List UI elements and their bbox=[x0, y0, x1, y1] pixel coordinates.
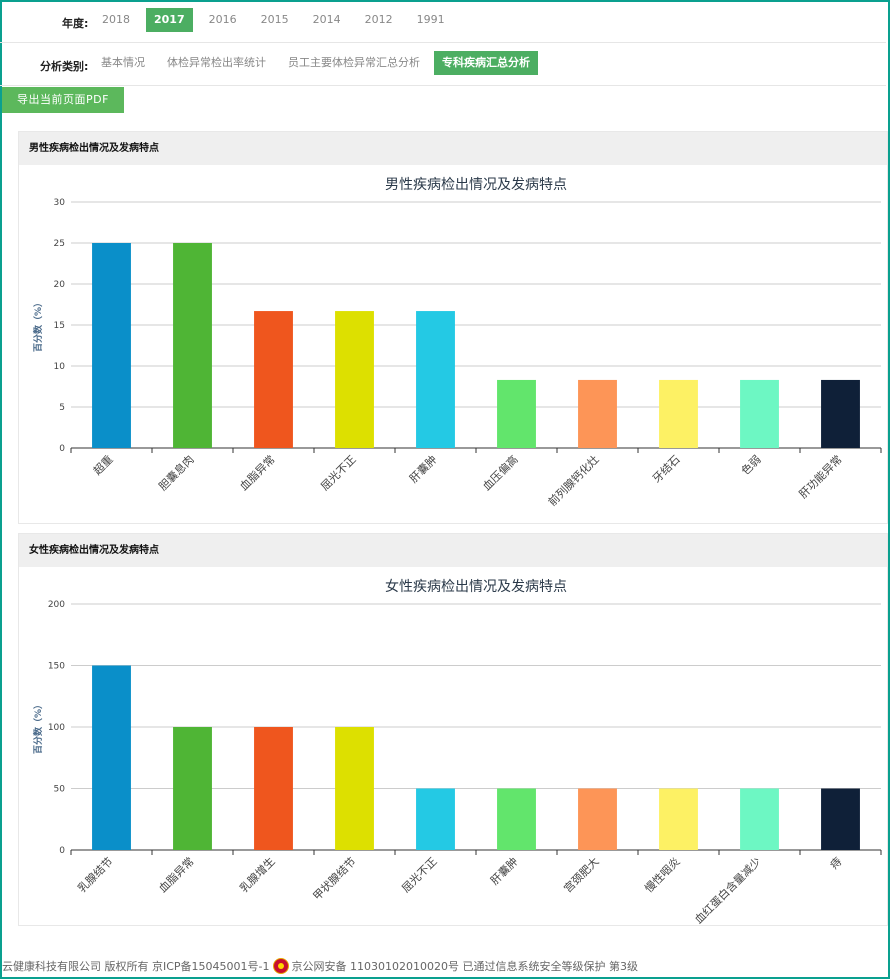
type-filter-row: 分析类别: 基本情况 体检异常检出率统计 员工主要体检异常汇总分析 专科疾病汇总分析 bbox=[0, 45, 886, 86]
x-tick-label: 血红蛋白含量减少 bbox=[691, 854, 763, 925]
footer-copyright: 云健康科技有限公司 版权所有 京ICP备15045001号-1 bbox=[2, 960, 270, 973]
bar[interactable] bbox=[335, 311, 374, 448]
bar[interactable] bbox=[578, 788, 617, 851]
bar[interactable] bbox=[740, 379, 779, 448]
female-bar-chart: 女性疾病检出情况及发病特点 0 50 100 150 200 百分数（%） 乳腺结节 血脂异常乳… bbox=[32, 578, 882, 925]
bar[interactable] bbox=[740, 788, 779, 851]
male-panel-header: 男性疾病检出情况及发病特点 bbox=[19, 132, 887, 165]
bar[interactable] bbox=[659, 379, 698, 448]
y-tick-label: 25 bbox=[54, 239, 65, 249]
police-badge-icon bbox=[272, 958, 289, 974]
y-tick-label: 10 bbox=[54, 362, 66, 372]
x-tick-label: 血脂异常 bbox=[237, 452, 278, 493]
y-tick-label: 100 bbox=[48, 723, 65, 733]
year-filter-row: 年度: 2018 2017 2016 2015 2014 2012 1991 bbox=[0, 2, 886, 43]
y-tick-label: 0 bbox=[59, 846, 65, 856]
male-bar-chart: 男性疾病检出情况及发病特点 0 5 10 15 20 25 30 百分数（%） 超重 胆囊息肉 血脂异… bbox=[32, 177, 882, 509]
bar[interactable] bbox=[497, 379, 536, 448]
bar[interactable] bbox=[92, 243, 131, 448]
bar[interactable] bbox=[659, 788, 698, 851]
footer: 云健康科技有限公司 版权所有 京ICP备15045001号-1 京公网安备 11… bbox=[2, 958, 638, 974]
bar[interactable] bbox=[497, 788, 536, 851]
y-tick-label: 150 bbox=[48, 662, 65, 672]
bar[interactable] bbox=[416, 788, 455, 851]
male-chart-panel: 男性疾病检出情况及发病特点 男性疾病检出情况及发病特点 0 5 10 15 20 25 30 百… bbox=[18, 131, 888, 524]
x-tick-label: 痔 bbox=[827, 854, 845, 872]
x-tick-label: 超重 bbox=[90, 452, 115, 477]
footer-security-record[interactable]: 京公网安备 11030102010020号 已通过信息系统安全等级保护 第3级 bbox=[292, 958, 638, 974]
female-panel-header: 女性疾病检出情况及发病特点 bbox=[19, 534, 887, 567]
chart-title: 女性疾病检出情况及发病特点 bbox=[385, 578, 567, 595]
year-option[interactable]: 2016 bbox=[201, 8, 245, 32]
year-option[interactable]: 2014 bbox=[305, 8, 349, 32]
type-option[interactable]: 专科疾病汇总分析 bbox=[434, 51, 538, 75]
x-tick-label: 乳腺增生 bbox=[237, 854, 278, 895]
bar[interactable] bbox=[92, 665, 131, 851]
year-option[interactable]: 2017 bbox=[146, 8, 193, 32]
x-tick-label: 乳腺结节 bbox=[75, 854, 116, 895]
x-tick-label: 色弱 bbox=[738, 452, 763, 477]
y-tick-label: 20 bbox=[54, 280, 66, 290]
type-option[interactable]: 体检异常检出率统计 bbox=[159, 51, 274, 75]
type-option[interactable]: 员工主要体检异常汇总分析 bbox=[280, 51, 428, 75]
year-option[interactable]: 2018 bbox=[94, 8, 138, 32]
type-options: 基本情况 体检异常检出率统计 员工主要体检异常汇总分析 专科疾病汇总分析 bbox=[93, 51, 544, 75]
x-tick-label: 前列腺钙化灶 bbox=[545, 452, 602, 509]
chart-title: 男性疾病检出情况及发病特点 bbox=[385, 177, 567, 193]
y-tick-label: 0 bbox=[59, 444, 65, 454]
x-tick-label: 屈光不正 bbox=[399, 854, 440, 895]
type-filter-label: 分析类别: bbox=[40, 60, 89, 73]
bar[interactable] bbox=[821, 788, 860, 851]
year-options: 2018 2017 2016 2015 2014 2012 1991 bbox=[94, 8, 461, 32]
x-tick-label: 血压偏高 bbox=[480, 452, 521, 493]
x-tick-label: 慢性咽炎 bbox=[642, 854, 683, 895]
x-tick-label: 肝囊肿 bbox=[406, 452, 439, 485]
bar[interactable] bbox=[254, 311, 293, 448]
y-axis-label: 百分数（%） bbox=[32, 700, 44, 754]
x-tick-label: 甲状腺结节 bbox=[310, 854, 359, 903]
bar[interactable] bbox=[416, 311, 455, 448]
female-chart-panel: 女性疾病检出情况及发病特点 女性疾病检出情况及发病特点 0 50 100 150 200 百… bbox=[18, 533, 888, 926]
x-tick-label: 肝囊肿 bbox=[487, 854, 520, 887]
bar[interactable] bbox=[578, 379, 617, 448]
type-option[interactable]: 基本情况 bbox=[93, 51, 153, 75]
y-axis-label: 百分数（%） bbox=[32, 298, 44, 352]
y-tick-label: 200 bbox=[48, 600, 65, 610]
y-tick-label: 50 bbox=[54, 785, 66, 795]
x-tick-label: 屈光不正 bbox=[318, 452, 359, 493]
x-tick-label: 血脂异常 bbox=[156, 854, 197, 895]
y-tick-label: 30 bbox=[54, 198, 66, 208]
x-tick-label: 肝功能异常 bbox=[796, 452, 845, 501]
year-option[interactable]: 2012 bbox=[357, 8, 401, 32]
x-tick-label: 宫颈肥大 bbox=[561, 854, 602, 895]
export-pdf-button[interactable]: 导出当前页面PDF bbox=[2, 87, 124, 113]
bar[interactable] bbox=[821, 379, 860, 448]
bar[interactable] bbox=[335, 727, 374, 850]
y-tick-label: 5 bbox=[59, 403, 65, 413]
bar[interactable] bbox=[254, 727, 293, 850]
y-tick-label: 15 bbox=[54, 321, 65, 331]
x-tick-label: 牙结石 bbox=[650, 453, 683, 486]
x-tick-label: 胆囊息肉 bbox=[156, 452, 197, 493]
year-filter-label: 年度: bbox=[62, 17, 89, 30]
year-option[interactable]: 1991 bbox=[409, 8, 453, 32]
bar[interactable] bbox=[173, 727, 212, 850]
bar[interactable] bbox=[173, 243, 212, 448]
year-option[interactable]: 2015 bbox=[253, 8, 297, 32]
